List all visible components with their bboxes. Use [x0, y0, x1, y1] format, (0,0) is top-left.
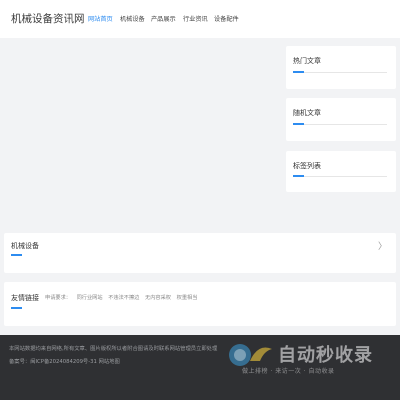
title-accent: [293, 71, 304, 73]
footer-copyright: 本网站数据均来自网络,所有文章、图片版权所以者附合图请及时联系网站管理员立即处理: [9, 346, 218, 352]
hot-articles-card: 热门文章: [286, 46, 396, 89]
friend-links-title: 友情链接: [11, 294, 39, 302]
friend-link-item: 申请要求：: [45, 295, 71, 301]
title-accent: [11, 254, 22, 256]
nav-item-industry-news[interactable]: 行业资讯: [183, 14, 208, 23]
friend-link-item[interactable]: 同行业网站: [77, 295, 103, 301]
category-card: 机械设备 〉: [4, 233, 396, 273]
friend-link-item[interactable]: 无内容采权: [145, 295, 171, 301]
nav-item-products[interactable]: 产品展示: [151, 14, 176, 23]
nav-item-machinery[interactable]: 机械设备: [120, 14, 145, 23]
friend-links-list: 申请要求： 同行业网站 不违法不擦边 无内容采权 权重相当: [45, 294, 201, 301]
site-header: 机械设备资讯网 网站首页 机械设备 产品展示 行业资讯 设备配件: [0, 0, 400, 38]
nav-item-parts[interactable]: 设备配件: [214, 14, 239, 23]
nav-item-home[interactable]: 网站首页: [88, 14, 113, 23]
site-logo[interactable]: 机械设备资讯网: [11, 11, 85, 26]
watermark-text: 自动秒收录: [278, 345, 373, 366]
watermark-subtext: 做上排榜 · 来访一次 · 自动收录: [242, 368, 335, 375]
hot-articles-title: 热门文章: [293, 57, 321, 65]
divider: [293, 124, 387, 125]
chevron-right-icon[interactable]: 〉: [378, 239, 387, 252]
divider: [293, 72, 387, 73]
tag-list-card: 标签列表: [286, 151, 396, 192]
title-accent: [293, 175, 304, 177]
friend-link-item[interactable]: 不违法不擦边: [108, 295, 139, 301]
title-accent: [11, 307, 22, 309]
random-articles-title: 随机文章: [293, 109, 321, 117]
friend-link-item[interactable]: 权重相当: [177, 295, 198, 301]
footer-icp[interactable]: 备案号：闽ICP备2024084209号-31 网站地图: [9, 357, 120, 365]
category-title[interactable]: 机械设备: [11, 241, 39, 251]
watermark: 自动秒收录 做上排榜 · 来访一次 · 自动收录: [228, 337, 388, 381]
tag-list-title: 标签列表: [293, 162, 321, 170]
divider: [293, 176, 387, 177]
title-accent: [293, 123, 304, 125]
random-articles-card: 随机文章: [286, 98, 396, 141]
friend-links-card: 友情链接 申请要求： 同行业网站 不违法不擦边 无内容采权 权重相当: [4, 282, 396, 326]
